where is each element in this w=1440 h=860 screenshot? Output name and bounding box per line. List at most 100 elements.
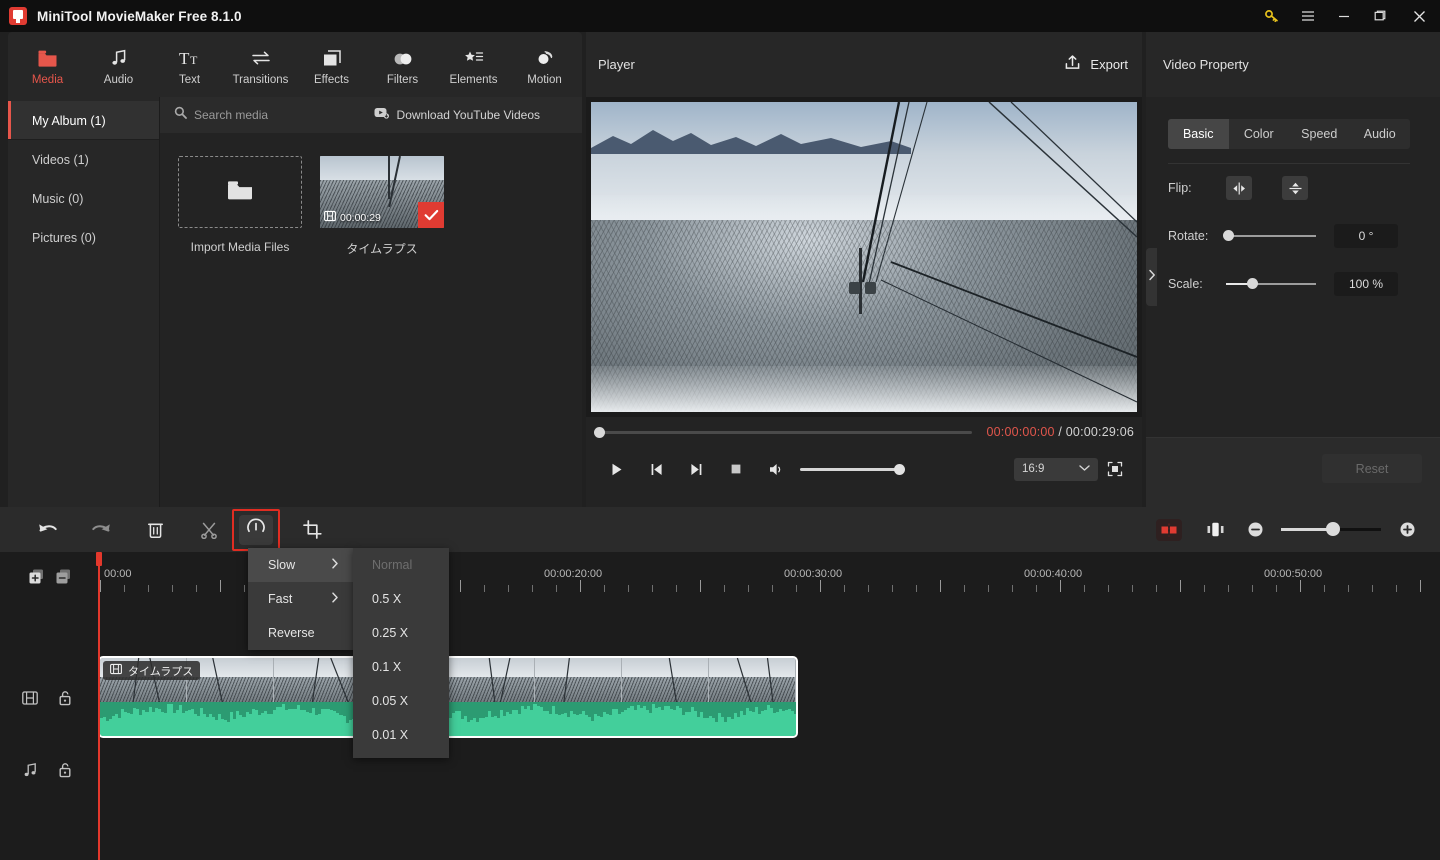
search-input[interactable]: Search media — [174, 106, 268, 124]
tab-label: Elements — [449, 74, 498, 86]
crop-button[interactable] — [295, 515, 329, 545]
rotate-knob[interactable] — [1223, 230, 1234, 241]
album-item-my-album[interactable]: My Album (1) — [8, 101, 159, 140]
seek-slider[interactable] — [594, 426, 973, 438]
tab-effects[interactable]: Effects — [296, 32, 367, 97]
menu-item-fast[interactable]: Fast — [248, 582, 353, 616]
tab-transitions[interactable]: Transitions — [225, 32, 296, 97]
playhead-handle[interactable] — [96, 552, 102, 566]
submenu-item-0-05x[interactable]: 0.05 X — [353, 684, 449, 718]
tab-audio[interactable]: Audio — [83, 32, 154, 97]
ruler-tick — [1252, 585, 1253, 592]
clip-name: タイムラプス — [128, 665, 194, 678]
tab-text[interactable]: TT Text — [154, 32, 225, 97]
video-preview[interactable] — [591, 102, 1137, 412]
video-track: タイムラプス — [0, 648, 1440, 744]
ruler-tick — [100, 580, 101, 592]
tab-speed[interactable]: Speed — [1289, 119, 1350, 149]
youtube-download-icon — [374, 106, 389, 124]
video-stage — [586, 97, 1142, 417]
search-icon — [174, 106, 187, 124]
folder-icon — [37, 47, 58, 69]
download-youtube-button[interactable]: Download YouTube Videos — [374, 106, 540, 124]
elements-star-list-icon — [463, 47, 485, 69]
album-item-videos[interactable]: Videos (1) — [8, 140, 159, 179]
zoom-knob[interactable] — [1326, 522, 1340, 536]
fullscreen-icon[interactable] — [1098, 454, 1132, 484]
play-button[interactable] — [596, 454, 636, 484]
volume-slider[interactable] — [800, 463, 905, 475]
lock-icon[interactable] — [58, 762, 72, 783]
ruler-tick — [964, 585, 965, 592]
minitool-logo-icon — [9, 7, 27, 25]
tab-basic[interactable]: Basic — [1168, 119, 1229, 149]
menu-item-label: Reverse — [268, 626, 315, 640]
tab-filters[interactable]: Filters — [367, 32, 438, 97]
total-time: 00:00:29:06 — [1065, 425, 1134, 439]
clip-frame — [535, 658, 622, 706]
skip-previous-icon[interactable] — [636, 454, 676, 484]
speed-button[interactable] — [232, 508, 280, 551]
import-dropzone[interactable] — [178, 156, 302, 228]
delete-button[interactable] — [138, 515, 172, 545]
speed-submenu: Normal 0.5 X 0.25 X 0.1 X 0.05 X 0.01 X — [353, 548, 449, 758]
add-track-icon[interactable] — [28, 568, 45, 585]
tab-media[interactable]: Media — [12, 32, 83, 97]
close-icon[interactable] — [1398, 0, 1440, 32]
zoom-out-button[interactable] — [1238, 515, 1272, 545]
redo-button[interactable] — [84, 515, 118, 545]
seek-knob[interactable] — [594, 426, 605, 438]
chevron-right-icon — [1148, 268, 1156, 286]
split-button[interactable] — [192, 515, 226, 545]
playhead[interactable] — [96, 552, 102, 860]
key-icon[interactable] — [1254, 0, 1290, 32]
submenu-item-0-01x[interactable]: 0.01 X — [353, 718, 449, 752]
scale-knob[interactable] — [1246, 278, 1258, 289]
scale-slider[interactable] — [1226, 278, 1316, 289]
rotate-slider[interactable] — [1223, 230, 1316, 241]
submenu-item-0-1x[interactable]: 0.1 X — [353, 650, 449, 684]
speed-menu: Slow Fast Reverse — [248, 548, 353, 650]
flip-horizontal-icon[interactable] — [1226, 176, 1252, 200]
tab-audio[interactable]: Audio — [1350, 119, 1411, 149]
panel-collapse-handle[interactable] — [1146, 248, 1157, 306]
svg-text:T: T — [190, 53, 198, 67]
player-controls: 16:9 — [586, 447, 1142, 491]
rotate-value[interactable]: 0 ° — [1334, 224, 1398, 248]
menu-item-reverse[interactable]: Reverse — [248, 616, 353, 650]
stop-icon[interactable] — [716, 454, 756, 484]
album-item-music[interactable]: Music (0) — [8, 179, 159, 218]
import-media-tile[interactable]: Import Media Files — [178, 156, 302, 257]
remove-track-icon[interactable] — [55, 568, 72, 585]
zoom-in-button[interactable] — [1390, 515, 1424, 545]
ruler-tick — [1300, 580, 1301, 592]
check-icon[interactable] — [418, 202, 444, 228]
time-display: 00:00:00:00 / 00:00:29:06 — [986, 425, 1134, 439]
minimize-icon[interactable] — [1326, 0, 1362, 32]
menu-icon[interactable] — [1290, 0, 1326, 32]
maximize-icon[interactable] — [1362, 0, 1398, 32]
volume-knob[interactable] — [894, 463, 905, 475]
submenu-item-0-5x[interactable]: 0.5 X — [353, 582, 449, 616]
flip-vertical-icon[interactable] — [1282, 176, 1308, 200]
aspect-ratio-select[interactable]: 16:9 — [1014, 457, 1098, 481]
album-item-pictures[interactable]: Pictures (0) — [8, 218, 159, 257]
submenu-item-0-25x[interactable]: 0.25 X — [353, 616, 449, 650]
undo-button[interactable] — [30, 515, 64, 545]
clip-thumbnail[interactable]: 00:00:29 — [320, 156, 444, 228]
timeline-zoom-slider[interactable] — [1281, 522, 1381, 536]
export-button[interactable]: Export — [1064, 54, 1128, 76]
scale-value[interactable]: 100 % — [1334, 272, 1398, 296]
media-clip-tile[interactable]: 00:00:29 タイムラプス — [320, 156, 444, 257]
ruler-tick — [604, 585, 605, 592]
auto-split-button[interactable] — [1156, 518, 1182, 541]
menu-item-slow[interactable]: Slow — [248, 548, 353, 582]
reset-button[interactable]: Reset — [1322, 454, 1422, 483]
tab-motion[interactable]: Motion — [509, 32, 580, 97]
submenu-item-normal[interactable]: Normal — [353, 548, 449, 582]
tab-color[interactable]: Color — [1229, 119, 1290, 149]
skip-next-icon[interactable] — [676, 454, 716, 484]
tab-elements[interactable]: Elements — [438, 32, 509, 97]
audio-mix-button[interactable] — [1198, 515, 1232, 545]
speaker-icon[interactable] — [756, 454, 796, 484]
